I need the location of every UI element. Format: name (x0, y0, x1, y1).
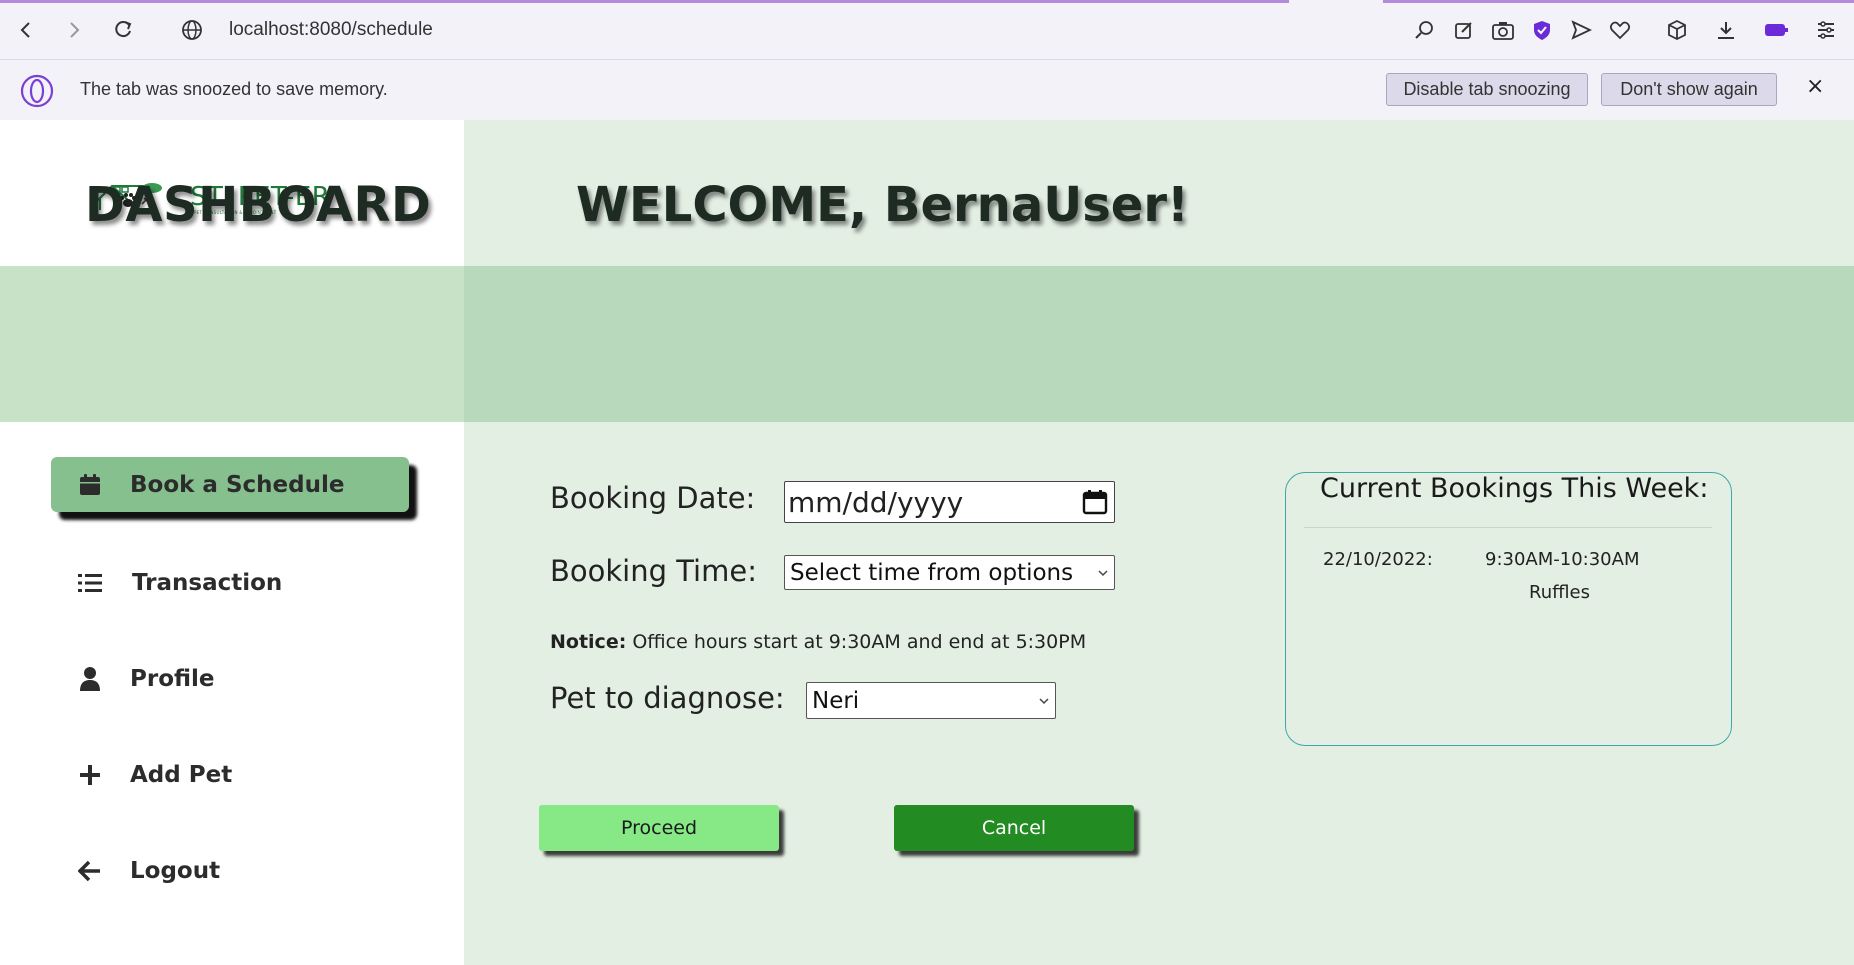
booking-pet: Ruffles (1529, 582, 1590, 603)
disable-snoozing-button[interactable]: Disable tab snoozing (1386, 73, 1588, 106)
cancel-button[interactable]: Cancel (894, 805, 1134, 851)
booking-time-value: Select time from options (790, 559, 1074, 586)
pet-to-diagnose-label: Pet to diagnose: (550, 681, 785, 715)
tab-indicator (1383, 0, 1854, 3)
calendar-icon (73, 473, 107, 497)
chevron-down-icon (1098, 566, 1108, 580)
opera-logo-icon (20, 74, 54, 108)
chevron-down-icon (1039, 694, 1049, 708)
current-bookings-card: Current Bookings This Week: 22/10/2022: … (1285, 472, 1732, 746)
welcome-heading: WELCOME, BernaUser! (576, 177, 1189, 233)
sidebar-item-label: Transaction (132, 569, 283, 596)
sidebar-item-transaction[interactable]: Transaction (51, 555, 409, 610)
globe-icon (182, 20, 202, 40)
booking-time-label: Booking Time: (550, 554, 757, 588)
sidebar-item-profile[interactable]: Profile (51, 651, 409, 706)
address-bar[interactable]: localhost:8080/schedule (229, 19, 433, 41)
notice-text: Office hours start at 9:30AM and end at … (626, 631, 1087, 653)
sidebar (0, 120, 464, 965)
download-icon[interactable] (1712, 16, 1740, 44)
dashboard-title: DASHBOARD (85, 177, 432, 233)
sidebar-item-label: Book a Schedule (130, 471, 345, 498)
notice-label: Notice: (550, 631, 627, 653)
divider (1304, 527, 1712, 528)
back-button[interactable] (10, 14, 42, 46)
menu-icon[interactable] (1812, 16, 1840, 44)
office-hours-notice: Notice: Office hours start at 9:30AM and… (550, 631, 1086, 653)
active-tab-indicator (0, 0, 1289, 3)
booking-time: 9:30AM-10:30AM (1485, 549, 1640, 570)
chevron-left-icon (20, 22, 30, 38)
pet-select[interactable]: Neri (806, 682, 1056, 719)
sidebar-item-label: Profile (130, 665, 215, 692)
snooze-notification-bar: The tab was snoozed to save memory. Disa… (0, 60, 1854, 120)
booking-date: 22/10/2022: (1323, 549, 1433, 570)
sidebar-header-band (0, 266, 464, 422)
date-input-value: mm/dd/yyyy (788, 485, 964, 519)
forward-button[interactable] (58, 14, 90, 46)
chevron-right-icon (70, 22, 80, 38)
close-icon[interactable]: × (1806, 74, 1824, 99)
booking-date-label: Booking Date: (550, 481, 756, 515)
pet-select-value: Neri (812, 687, 860, 714)
battery-icon[interactable] (1762, 16, 1790, 44)
sidebar-item-book-schedule[interactable]: Book a Schedule (51, 457, 409, 512)
booking-time-select[interactable]: Select time from options (784, 555, 1115, 590)
edit-icon[interactable] (1450, 16, 1478, 44)
dont-show-again-button[interactable]: Don't show again (1601, 73, 1777, 106)
sidebar-item-logout[interactable]: Logout (51, 843, 409, 898)
search-page-icon[interactable] (1411, 16, 1439, 44)
heart-icon[interactable] (1606, 16, 1634, 44)
shield-icon[interactable] (1528, 16, 1556, 44)
sidebar-item-label: Logout (130, 857, 221, 884)
sidebar-item-label: Add Pet (130, 761, 233, 788)
booking-date-input[interactable]: mm/dd/yyyy (784, 481, 1115, 523)
proceed-button[interactable]: Proceed (539, 805, 779, 851)
snooze-message: The tab was snoozed to save memory. (80, 79, 388, 99)
site-info-button[interactable] (176, 14, 208, 46)
list-icon (73, 572, 107, 594)
camera-icon[interactable] (1489, 16, 1517, 44)
send-icon[interactable] (1567, 16, 1595, 44)
user-icon (73, 666, 107, 692)
arrow-left-icon (73, 860, 107, 882)
reload-icon (115, 21, 132, 38)
main-header-band (464, 266, 1854, 422)
calendar-picker-icon[interactable] (1082, 489, 1108, 515)
plus-icon (73, 763, 107, 787)
cube-icon[interactable] (1663, 16, 1691, 44)
sidebar-item-add-pet[interactable]: Add Pet (51, 747, 409, 802)
bookings-title: Current Bookings This Week: (1320, 473, 1709, 504)
reload-button[interactable] (107, 14, 139, 46)
browser-toolbar: localhost:8080/schedule (0, 0, 1854, 60)
